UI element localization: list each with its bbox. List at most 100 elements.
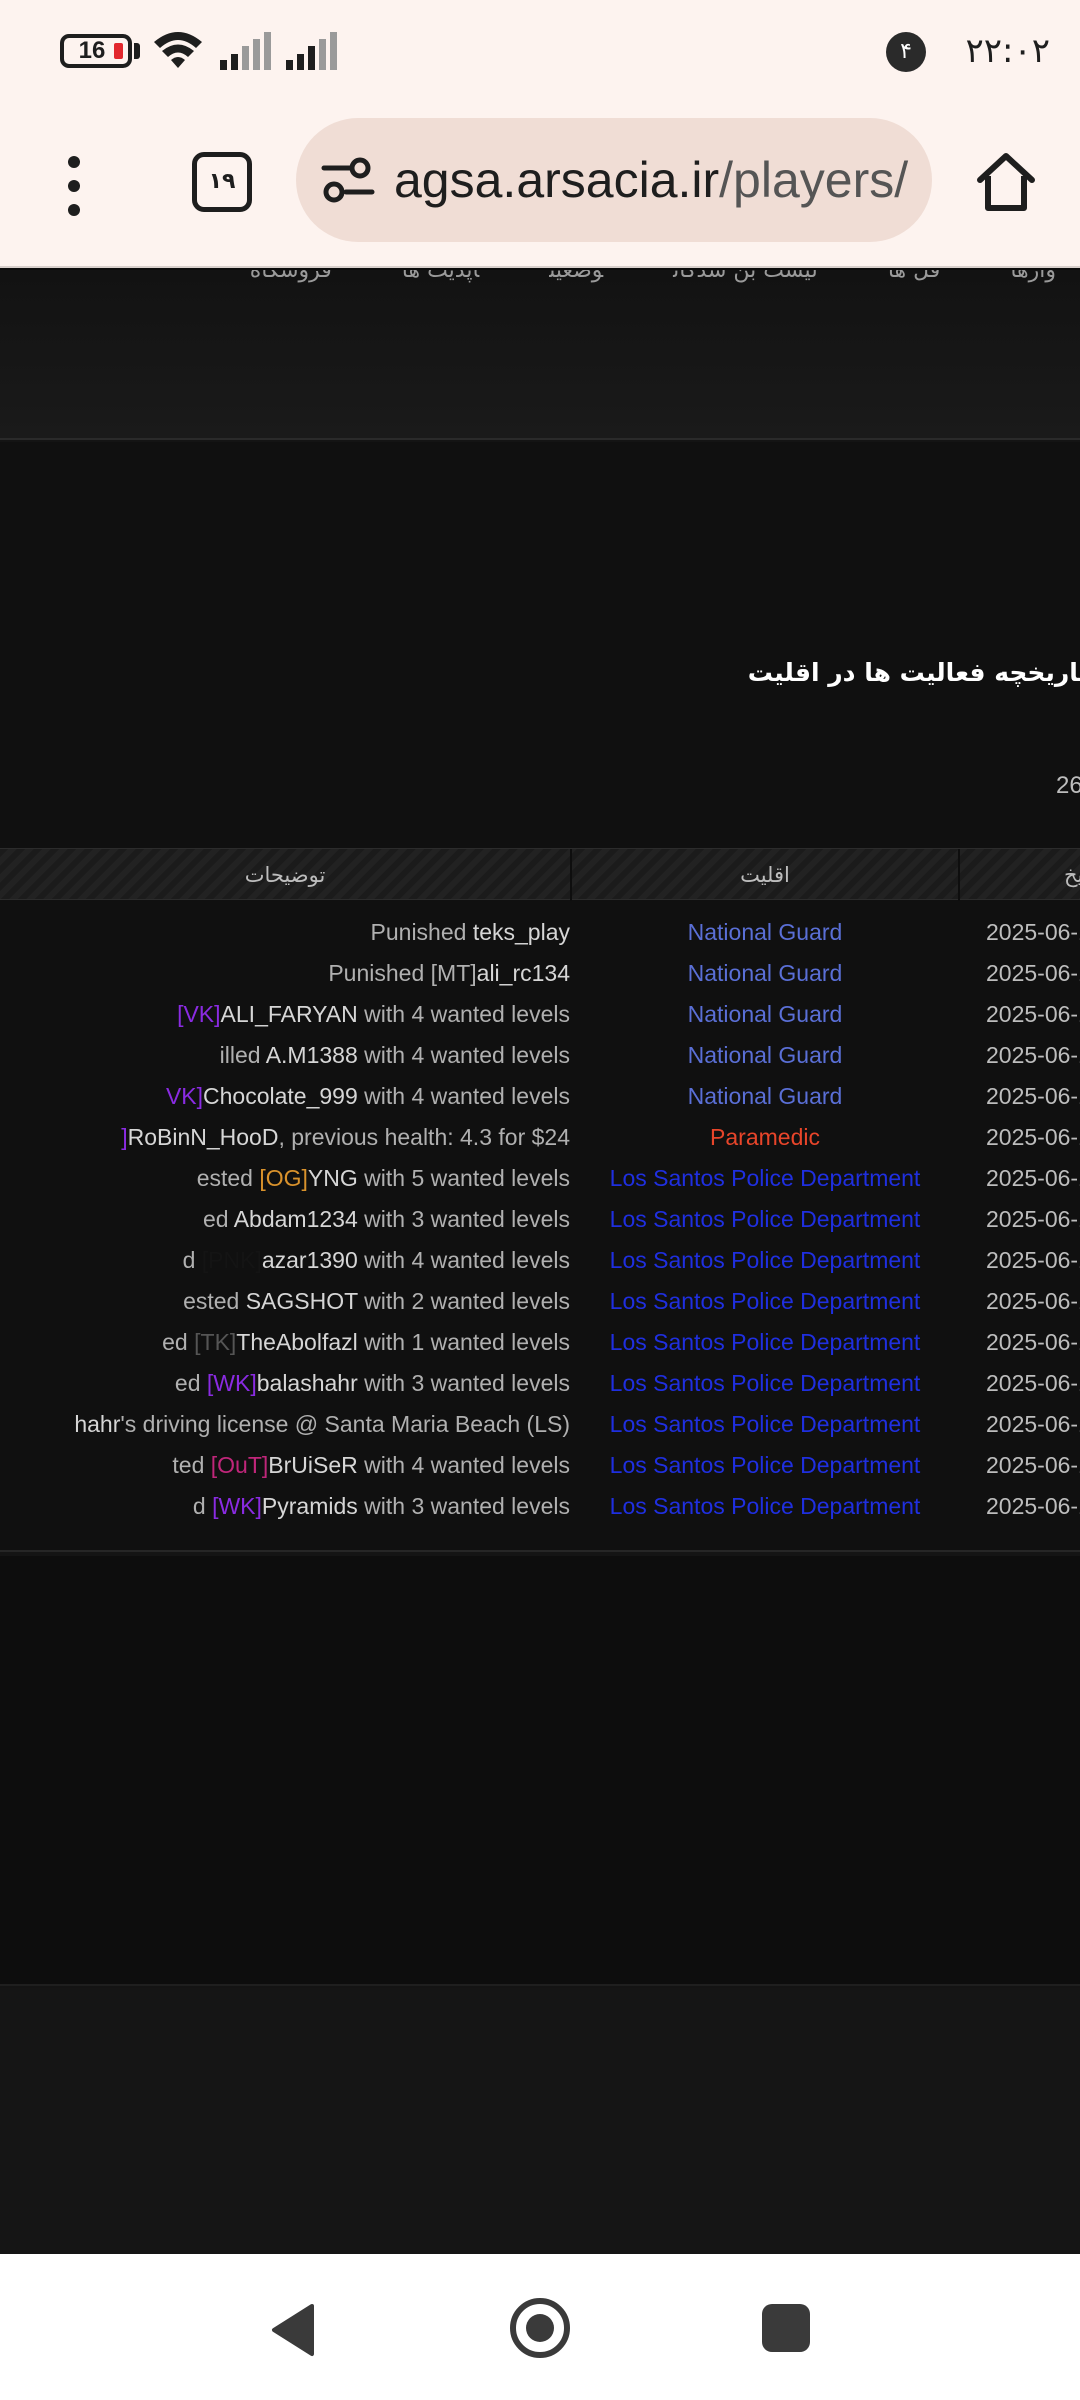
row-faction[interactable]: Los Santos Police Department bbox=[540, 1158, 990, 1199]
gang-tag: [PNK] bbox=[201, 1247, 262, 1273]
row-faction[interactable]: Los Santos Police Department bbox=[540, 1445, 990, 1486]
activity-table-body: Punished teks_play National Guard 2025-06-… bbox=[0, 912, 1080, 1527]
table-row: Punished [MT]ali_rc134 National Guard 2025… bbox=[0, 953, 1080, 994]
row-description: ested [OG]YNG with 5 wanted levels bbox=[197, 1158, 570, 1199]
status-bar: 16 ۴ ۲۲:۰۲ bbox=[0, 0, 1080, 100]
battery-level: 16 bbox=[78, 37, 106, 64]
row-faction[interactable]: Los Santos Police Department bbox=[540, 1404, 990, 1445]
description-text: ted bbox=[172, 1452, 211, 1478]
more-menu-button[interactable] bbox=[50, 146, 98, 226]
web-page: وارها قل ها لیست بن شدگان وضعیت اپدیت ها فروش… bbox=[0, 270, 1080, 2254]
back-icon[interactable] bbox=[268, 2302, 316, 2358]
description-text: with 3 wanted levels bbox=[357, 1206, 570, 1232]
table-row: [VK]ALI_FARYAN with 4 wanted levels Natio… bbox=[0, 994, 1080, 1035]
player-name[interactable]: YNG bbox=[308, 1165, 358, 1191]
site-nav-link[interactable]: وضعیت bbox=[549, 270, 603, 283]
row-faction[interactable]: National Guard bbox=[540, 1035, 990, 1076]
site-nav-link[interactable]: قل ها bbox=[888, 270, 940, 283]
table-row: ed Abdam1234 with 3 wanted levels Los San… bbox=[0, 1199, 1080, 1240]
description-text: with 1 wanted levels bbox=[357, 1329, 570, 1355]
row-description: ested SAGSHOT with 2 wanted levels bbox=[183, 1281, 570, 1322]
player-name[interactable]: A.M1388 bbox=[266, 1042, 358, 1068]
table-row: VK]Chocolate_999 with 4 wanted levels Nat… bbox=[0, 1076, 1080, 1117]
row-description: d [WK]Pyramids with 3 wanted levels bbox=[193, 1486, 570, 1527]
row-description: ]RoBinN_HooD, previous health: 4.3 for $… bbox=[121, 1117, 570, 1158]
page-footer bbox=[0, 1988, 1080, 2254]
row-date: 2025-06-1 bbox=[986, 1124, 1080, 1150]
row-faction[interactable]: Los Santos Police Department bbox=[540, 1240, 990, 1281]
row-faction[interactable]: Paramedic bbox=[540, 1117, 990, 1158]
description-text: ested bbox=[196, 1165, 260, 1191]
player-name[interactable]: ALI_FARYAN bbox=[221, 1001, 358, 1027]
row-date: 2025-06-1 bbox=[986, 1452, 1080, 1478]
wifi-icon bbox=[154, 32, 202, 68]
table-header: توضیحات اقلیت تاریخ bbox=[0, 848, 1080, 901]
row-faction[interactable]: Los Santos Police Department bbox=[540, 1363, 990, 1404]
table-row: hahr's driving license @ Santa Maria Bea… bbox=[0, 1404, 1080, 1445]
description-text: Punished bbox=[370, 919, 473, 945]
row-date: 2025-06-1 bbox=[986, 1411, 1080, 1437]
address-bar[interactable]: agsa.arsacia.ir/players/ bbox=[296, 118, 932, 242]
row-faction[interactable]: National Guard bbox=[540, 912, 990, 953]
player-name[interactable]: TheAbolfazl bbox=[236, 1329, 357, 1355]
column-date: تاریخ bbox=[1064, 863, 1080, 887]
notification-badge: ۴ bbox=[886, 32, 926, 72]
url-path: /players/ bbox=[719, 152, 909, 208]
player-name[interactable]: BrUiSeR bbox=[268, 1452, 357, 1478]
player-name[interactable]: azar1390 bbox=[262, 1247, 358, 1273]
url-host: agsa.arsacia.ir bbox=[394, 152, 720, 208]
site-nav-links: وارها قل ها لیست بن شدگان وضعیت اپدیت ها فروش… bbox=[180, 270, 1056, 288]
row-faction[interactable]: Los Santos Police Department bbox=[540, 1486, 990, 1527]
row-description: [VK]ALI_FARYAN with 4 wanted levels bbox=[177, 994, 570, 1035]
gang-tag: [OG] bbox=[259, 1165, 308, 1191]
home-nav-icon[interactable] bbox=[508, 2296, 572, 2360]
description-text: with 3 wanted levels bbox=[357, 1370, 570, 1396]
row-description: VK]Chocolate_999 with 4 wanted levels bbox=[166, 1076, 570, 1117]
description-text: Punished bbox=[328, 960, 431, 986]
site-nav-link[interactable]: لیست بن شدگان bbox=[673, 270, 818, 283]
description-text: ed bbox=[174, 1370, 207, 1396]
site-settings-icon[interactable] bbox=[320, 154, 376, 206]
row-faction[interactable]: National Guard bbox=[540, 1076, 990, 1117]
description-text: ested bbox=[183, 1288, 246, 1314]
description-text: with 4 wanted levels bbox=[357, 1042, 570, 1068]
row-date: 2025-06-1 bbox=[986, 1001, 1080, 1027]
column-faction: اقلیت bbox=[740, 863, 790, 887]
row-faction[interactable]: Los Santos Police Department bbox=[540, 1281, 990, 1322]
player-name[interactable]: Chocolate_999 bbox=[203, 1083, 358, 1109]
site-nav-link[interactable]: وارها bbox=[1010, 270, 1056, 283]
row-faction[interactable]: National Guard bbox=[540, 994, 990, 1035]
player-name[interactable]: Pyramids bbox=[262, 1493, 358, 1519]
row-date: 2025-06-1 bbox=[986, 1370, 1080, 1396]
row-description: ed Abdam1234 with 3 wanted levels bbox=[203, 1199, 570, 1240]
row-date: 2025-06-1 bbox=[986, 1329, 1080, 1355]
description-text: ed bbox=[162, 1329, 195, 1355]
player-name[interactable]: SAGSHOT bbox=[246, 1288, 358, 1314]
table-row: ted [OuT]BrUiSeR with 4 wanted levels Los… bbox=[0, 1445, 1080, 1486]
row-faction[interactable]: National Guard bbox=[540, 953, 990, 994]
table-row: d [PNK]azar1390 with 4 wanted levels Los … bbox=[0, 1240, 1080, 1281]
recents-icon[interactable] bbox=[762, 2304, 810, 2352]
row-faction[interactable]: Los Santos Police Department bbox=[540, 1322, 990, 1363]
home-icon[interactable] bbox=[974, 150, 1038, 214]
table-row: ested [OG]YNG with 5 wanted levels Los Sa… bbox=[0, 1158, 1080, 1199]
player-name[interactable]: balashahr bbox=[257, 1370, 358, 1396]
tab-switcher-button[interactable]: ۱۹ bbox=[192, 152, 252, 212]
row-date: 2025-06-1 bbox=[986, 1165, 1080, 1191]
table-row: ested SAGSHOT with 2 wanted levels Los Sa… bbox=[0, 1281, 1080, 1322]
table-row: Punished teks_play National Guard 2025-06-… bbox=[0, 912, 1080, 953]
section-title: تاریخچه فعالیت ها در اقلیت bbox=[747, 658, 1080, 687]
site-nav: وارها قل ها لیست بن شدگان وضعیت اپدیت ها فروش… bbox=[0, 270, 1080, 440]
row-date: 2025-06-1 bbox=[986, 1493, 1080, 1519]
description-text: with 3 wanted levels bbox=[357, 1493, 570, 1519]
row-faction[interactable]: Los Santos Police Department bbox=[540, 1199, 990, 1240]
player-name[interactable]: Abdam1234 bbox=[234, 1206, 358, 1232]
site-nav-link[interactable]: اپدیت ها bbox=[402, 270, 479, 283]
site-nav-link[interactable]: فروشگاه bbox=[250, 270, 332, 283]
description-text: , previous health: 4.3 for $24 bbox=[278, 1124, 570, 1150]
signal-icon bbox=[286, 32, 337, 70]
player-name[interactable]: RoBinN_HooD bbox=[128, 1124, 279, 1150]
url-text[interactable]: agsa.arsacia.ir/players/ bbox=[394, 118, 908, 242]
description-text: with 4 wanted levels bbox=[357, 1452, 570, 1478]
player-name[interactable]: hahr bbox=[74, 1411, 120, 1437]
